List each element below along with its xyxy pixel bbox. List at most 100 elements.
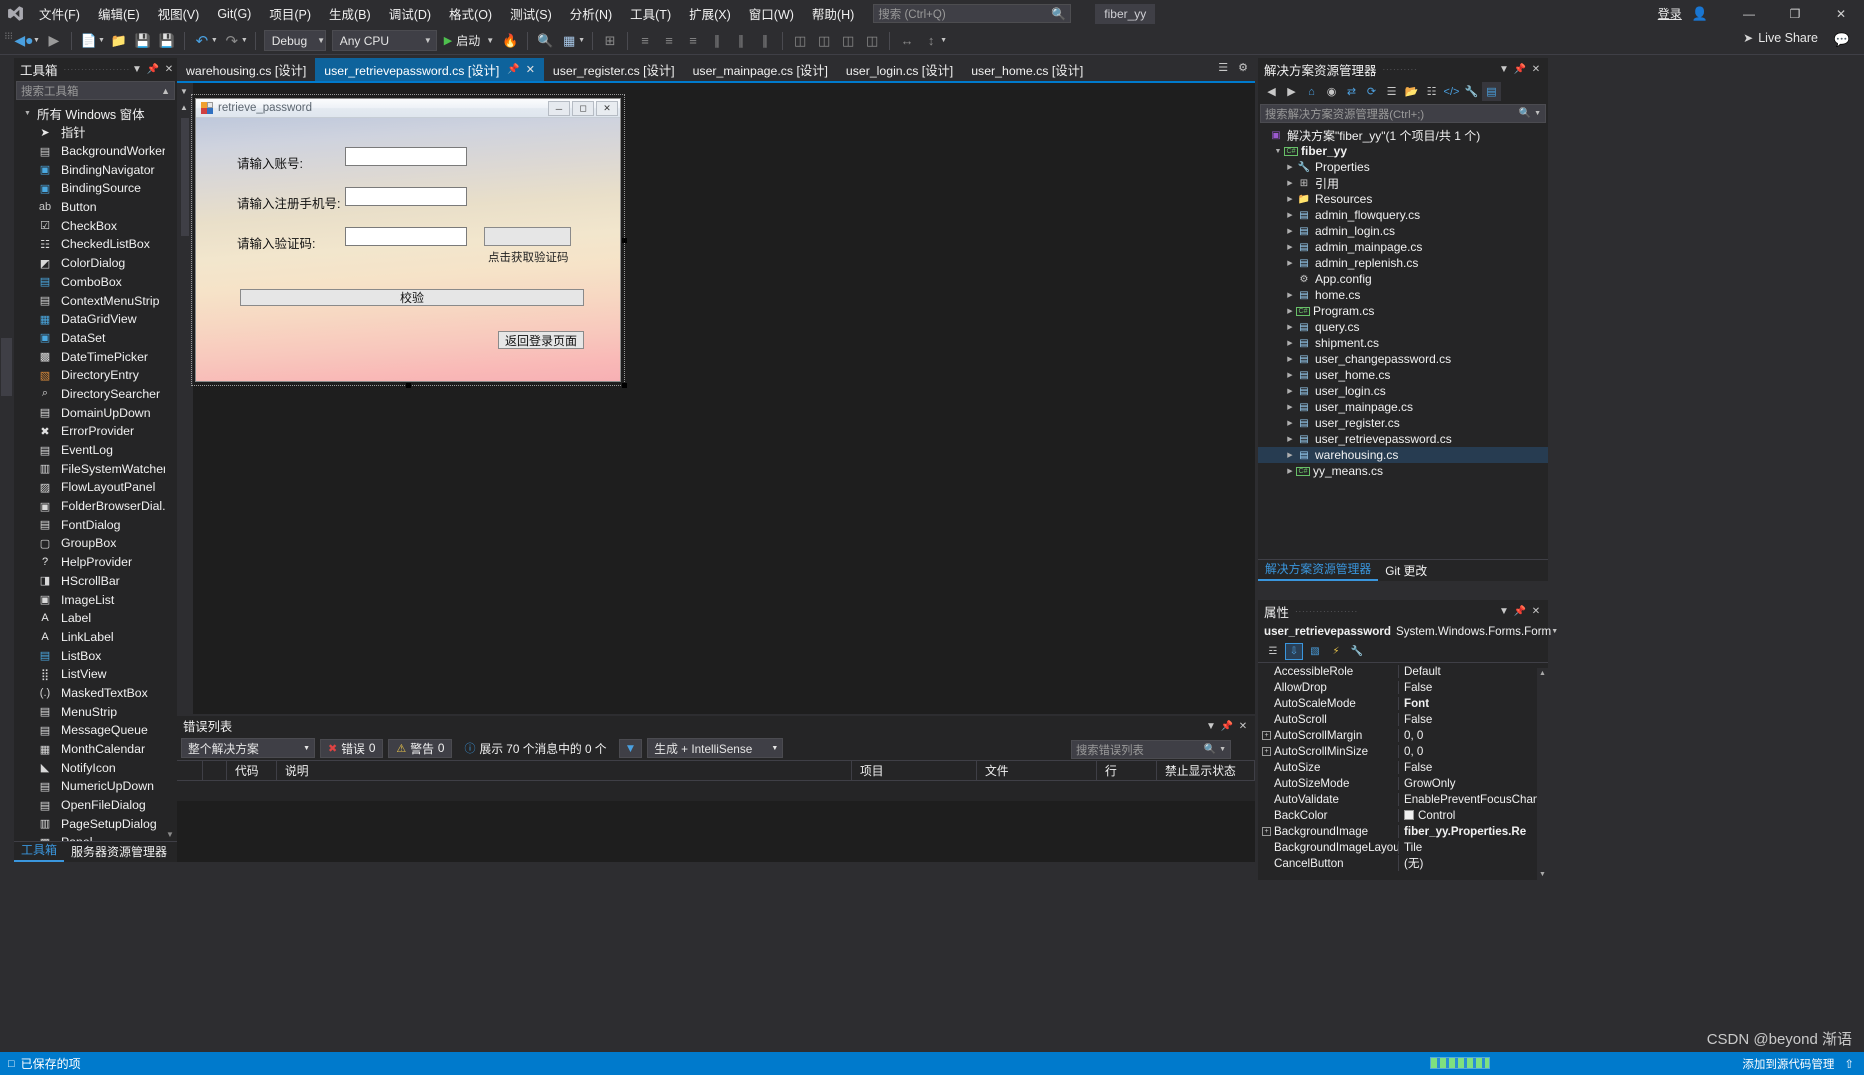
property-pages-icon[interactable]: 🔧 — [1348, 643, 1366, 660]
toolbox-item-colordialog[interactable]: ◩ ColorDialog — [14, 254, 177, 273]
tab-user-login[interactable]: user_login.cs [设计] — [836, 58, 963, 81]
scroll-up-icon[interactable]: ▲ — [1539, 670, 1546, 677]
property-row[interactable]: AutoScroll False — [1258, 711, 1548, 727]
phone-input[interactable] — [345, 187, 467, 206]
toolbox-item-pagesetupdialog[interactable]: ▥ PageSetupDialog — [14, 814, 177, 833]
property-row[interactable]: AutoValidate EnablePreventFocusChange — [1258, 791, 1548, 807]
properties-icon[interactable]: ▧ — [1306, 643, 1324, 660]
chevron-down-icon[interactable]: ▼ — [1534, 110, 1541, 117]
col-blank-2[interactable] — [203, 760, 227, 781]
toolbox-item-helpprovider[interactable]: ? HelpProvider — [14, 553, 177, 572]
chevron-right-icon[interactable]: ▶ — [1284, 419, 1296, 427]
menu-view[interactable]: 视图(V) — [149, 0, 209, 27]
toolbar-grip[interactable]: ⣿⣿⣿ — [4, 32, 12, 50]
make-same-width-icon[interactable]: ◫ — [789, 30, 811, 52]
toolbox-item-contextmenustrip[interactable]: ▤ ContextMenuStrip — [14, 291, 177, 310]
warnings-filter-button[interactable]: ⚠ 警告 0 — [388, 738, 453, 758]
toolbox-item-button[interactable]: ab Button — [14, 198, 177, 217]
toolbox-item-listbox[interactable]: ▤ ListBox — [14, 646, 177, 665]
toolbox-item-monthcalendar[interactable]: ▦ MonthCalendar — [14, 740, 177, 759]
solution-node-user-home-cs[interactable]: ▶ ▤ user_home.cs — [1258, 367, 1548, 383]
col-suppression-state[interactable]: 禁止显示状态 — [1157, 760, 1255, 781]
save-icon[interactable]: 💾 — [132, 30, 154, 52]
collapse-all-icon[interactable]: ☰ — [1382, 82, 1401, 101]
toolbox-item-combobox[interactable]: ▤ ComboBox — [14, 273, 177, 292]
solution-node-warehousing-cs[interactable]: ▶ ▤ warehousing.cs — [1258, 447, 1548, 463]
retrieve-password-form[interactable]: retrieve_password ─ ◻ ✕ 请输入账号: 请输入注册手机号: — [195, 98, 621, 382]
errors-filter-button[interactable]: ✖ 错误 0 — [320, 738, 384, 758]
chevron-down-icon[interactable]: ▼ — [1219, 746, 1226, 753]
toolbox-item-fontdialog[interactable]: ▤ FontDialog — [14, 515, 177, 534]
toolbox-item-hscrollbar[interactable]: ◨ HScrollBar — [14, 572, 177, 591]
form-minimize-icon[interactable]: ─ — [548, 101, 570, 116]
chevron-down-icon[interactable]: ▼ — [129, 64, 145, 75]
expand-plus-icon[interactable]: + — [1262, 826, 1271, 836]
pin-icon[interactable]: 📌 — [1219, 721, 1235, 732]
tab-server-explorer[interactable]: 服务器资源管理器 — [64, 841, 174, 862]
align-centers-icon[interactable]: ≡ — [658, 30, 680, 52]
property-row[interactable]: AccessibleRole Default — [1258, 663, 1548, 679]
toolbox-item-eventlog[interactable]: ▤ EventLog — [14, 441, 177, 460]
chevron-right-icon[interactable]: ▶ — [1284, 387, 1296, 395]
property-value[interactable]: GrowOnly — [1398, 776, 1548, 790]
property-row[interactable]: + AutoScrollMinSize 0, 0 — [1258, 743, 1548, 759]
vertical-spacing-icon[interactable]: ↕ — [920, 30, 942, 52]
maximize-button[interactable]: ❐ — [1772, 0, 1818, 27]
toolbox-item-folderbrowserdial[interactable]: ▣ FolderBrowserDial... — [14, 497, 177, 516]
property-row[interactable]: AutoScaleMode Font — [1258, 695, 1548, 711]
preview-selected-items-icon[interactable]: ▤ — [1482, 82, 1501, 101]
toolbox-item-groupbox[interactable]: ▢ GroupBox — [14, 534, 177, 553]
toolbox-item-imagelist[interactable]: ▣ ImageList — [14, 590, 177, 609]
events-icon[interactable]: ⚡ — [1327, 643, 1345, 660]
property-row[interactable]: + BackgroundImage fiber_yy.Properties.Re — [1258, 823, 1548, 839]
menu-debug[interactable]: 调试(D) — [380, 0, 440, 27]
toolbox-item-checkedlistbox[interactable]: ☷ CheckedListBox — [14, 235, 177, 254]
properties-object-selector[interactable]: user_retrievepassword System.Windows.For… — [1258, 622, 1558, 641]
tab-warehousing[interactable]: warehousing.cs [设计] — [177, 58, 316, 81]
selection-dropdown-icon[interactable]: ▼ — [578, 37, 585, 44]
solution-tree[interactable]: ▣ 解决方案"fiber_yy"(1 个项目/共 1 个) ▼ C# fiber… — [1258, 124, 1548, 559]
solution-node-admin-login-cs[interactable]: ▶ ▤ admin_login.cs — [1258, 223, 1548, 239]
form-designer-surface[interactable]: ▼ ▲ retrieve_password ─ ◻ ✕ 请输入账号: 请输入注册… — [177, 81, 1255, 716]
chevron-right-icon[interactable]: ▶ — [1284, 435, 1296, 443]
navigate-forward-icon[interactable]: ▶ — [43, 30, 65, 52]
tab-user-retrievepassword[interactable]: user_retrievepassword.cs [设计] 📌 ✕ — [315, 58, 544, 81]
wrench-icon[interactable]: 🔧 — [1462, 82, 1481, 101]
menu-window[interactable]: 窗口(W) — [740, 0, 803, 27]
toolbox-item-messagequeue[interactable]: ▤ MessageQueue — [14, 721, 177, 740]
status-right-group[interactable]: 添加到源代码管理 ⇧ — [1742, 1056, 1854, 1072]
property-value[interactable]: EnablePreventFocusChange — [1398, 792, 1548, 806]
menu-tools[interactable]: 工具(T) — [621, 0, 680, 27]
col-line[interactable]: 行 — [1097, 760, 1157, 781]
solution-config-combo[interactable]: Debug ▼ — [263, 30, 326, 51]
toolbox-item-filesystemwatcher[interactable]: ▥ FileSystemWatcher — [14, 459, 177, 478]
toolbox-item-notifyicon[interactable]: ◣ NotifyIcon — [14, 758, 177, 777]
pin-icon[interactable]: 📌 — [507, 64, 519, 75]
toolbox-item-bindingsource[interactable]: ▣ BindingSource — [14, 179, 177, 198]
property-row[interactable]: AllowDrop False — [1258, 679, 1548, 695]
menu-build[interactable]: 生成(B) — [320, 0, 380, 27]
scroll-down-icon[interactable]: ▼ — [166, 830, 174, 839]
solution-node-shipment-cs[interactable]: ▶ ▤ shipment.cs — [1258, 335, 1548, 351]
align-left-icon[interactable]: ⊞ — [599, 30, 621, 52]
chevron-down-icon[interactable]: ▼ — [1496, 606, 1512, 617]
close-icon[interactable]: ✕ — [1528, 64, 1544, 75]
undo-dropdown-icon[interactable]: ▼ — [211, 37, 218, 44]
chevron-right-icon[interactable]: ▶ — [1284, 227, 1296, 235]
toolbox-item-directorysearcher[interactable]: ⌕ DirectorySearcher — [14, 385, 177, 404]
chevron-right-icon[interactable]: ▶ — [1284, 211, 1296, 219]
form-maximize-icon[interactable]: ◻ — [572, 101, 594, 116]
property-value[interactable]: Font — [1398, 696, 1548, 710]
property-value[interactable]: False — [1398, 712, 1548, 726]
chevron-right-icon[interactable]: ▶ — [1284, 307, 1296, 315]
col-code[interactable]: 代码 — [227, 760, 277, 781]
properties-scrollbar[interactable]: ▲ ▼ — [1537, 668, 1548, 880]
designer-form-frame[interactable]: retrieve_password ─ ◻ ✕ 请输入账号: 请输入注册手机号: — [191, 94, 627, 388]
tab-git-changes[interactable]: Git 更改 — [1378, 560, 1434, 581]
menu-help[interactable]: 帮助(H) — [803, 0, 863, 27]
menu-project[interactable]: 项目(P) — [260, 0, 320, 27]
error-list-search-input[interactable]: 搜索错误列表 🔍 ▼ — [1071, 740, 1231, 759]
chevron-right-icon[interactable]: ▶ — [1284, 467, 1296, 475]
tab-solution-explorer[interactable]: 解决方案资源管理器 — [1258, 558, 1379, 581]
chevron-right-icon[interactable]: ▶ — [1284, 355, 1296, 363]
